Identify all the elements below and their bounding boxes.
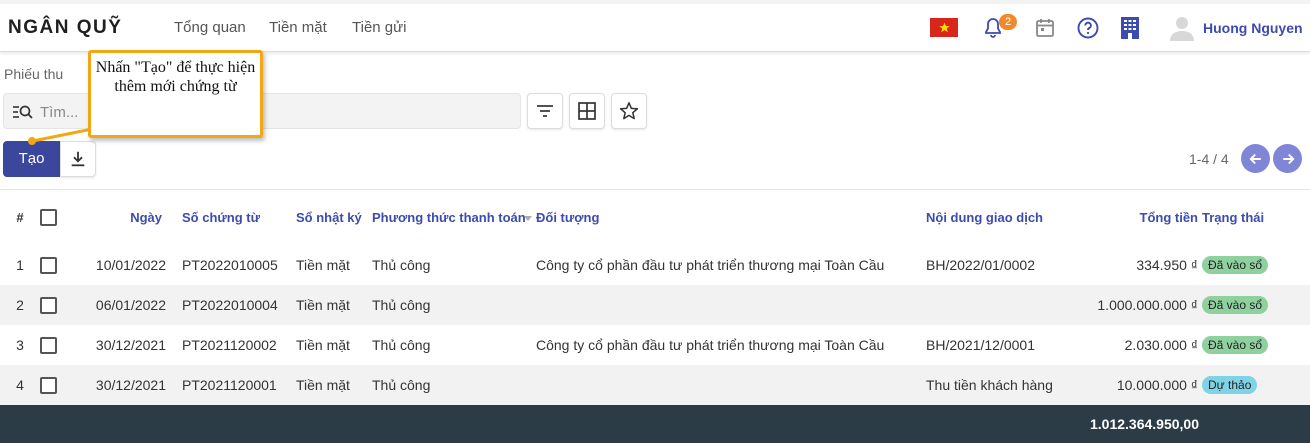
col-header-journal[interactable]: Sổ nhật ký [296,190,372,245]
row-date: 30/12/2021 [95,337,166,353]
filter-button[interactable] [527,93,563,129]
records-table: # Ngày Số chứng từ Sổ nhật ký Phương thứ… [0,190,1310,405]
row-status-cell: Đã vào sổ [1202,325,1310,365]
top-navbar: NGÂN QUỸ Tổng quan Tiền mặt Tiền gửi 2 H… [0,0,1310,52]
row-partner: Công ty cổ phần đầu tư phát triển thương… [536,337,885,353]
status-badge: Dự thảo [1202,376,1258,394]
row-method: Thủ công [372,257,431,273]
col-header-index: # [16,210,24,225]
help-icon[interactable] [1076,16,1100,40]
table-row[interactable]: 4 30/12/2021 PT2021120001 Tiền mặt Thủ công T… [0,365,1310,405]
select-all-cell [40,190,90,245]
user-name[interactable]: Huong Nguyen [1203,20,1303,36]
select-all-checkbox[interactable] [40,209,57,227]
row-code: PT2021120002 [182,337,277,353]
notification-badge: 2 [999,14,1017,30]
help-callout: Nhấn "Tạo" để thực hiện thêm mới chứng t… [88,50,263,138]
row-checkbox[interactable] [40,336,57,354]
vietnam-flag-icon[interactable] [930,18,958,37]
row-journal: Tiền mặt [296,337,350,353]
arrow-right-icon [1282,153,1295,164]
table-row[interactable]: 2 06/01/2022 PT2022010004 Tiền mặt Thủ công 1… [0,285,1310,325]
user-avatar[interactable] [1170,15,1194,41]
col-header-partner[interactable]: Đối tượng [524,190,914,245]
row-method: Thủ công [372,365,536,405]
row-code: PT2022010004 [182,285,296,325]
col-header-code[interactable]: Số chứng từ [182,190,296,245]
status-badge: Đã vào sổ [1202,296,1269,314]
row-select-cell [40,245,90,285]
row-memo: BH/2021/12/0001 [926,337,1035,353]
row-journal: Tiền mặt [296,285,372,325]
sort-caret-icon [524,216,532,222]
row-total: 334.950 ₫ [1136,257,1198,273]
create-button[interactable]: Tạo [3,141,60,177]
nav-tien-mat[interactable]: Tiền mặt [269,19,327,36]
row-date: 30/12/2021 [90,365,182,405]
table-header-row: # Ngày Số chứng từ Sổ nhật ký Phương thứ… [0,190,1310,245]
row-method: Thủ công [372,337,431,353]
download-icon [71,151,85,167]
row-journal: Tiền mặt [296,365,372,405]
grid-icon [578,102,596,120]
col-header-date[interactable]: Ngày [90,190,182,245]
row-total: 1.000.000.000 ₫ [1096,285,1202,325]
row-partner [536,365,926,405]
col-header-partner-label: Đối tượng [536,210,600,225]
favorites-button[interactable] [611,93,647,129]
group-by-button[interactable] [569,93,605,129]
row-status-cell: Dự thảo [1202,365,1310,405]
filter-icon [537,105,553,117]
col-header-method[interactable]: Phương thức thanh toán [372,190,536,245]
col-header-total[interactable]: Tổng tiền [1096,190,1202,245]
row-partner [536,285,926,325]
row-total: 10.000.000 ₫ [1096,365,1202,405]
app-title[interactable]: NGÂN QUỸ [8,17,122,39]
status-badge: Đã vào sổ [1202,256,1269,274]
row-index: 2 [0,285,40,325]
star-icon [619,102,639,120]
row-select-cell [40,325,90,365]
row-checkbox[interactable] [40,296,57,314]
nav-tien-gui[interactable]: Tiền gửi [352,19,407,36]
list-view: # Ngày Số chứng từ Sổ nhật ký Phương thứ… [0,189,1310,443]
row-checkbox[interactable] [40,376,57,394]
row-index: 1 [16,257,24,273]
search-icon [13,105,33,119]
status-badge: Đã vào sổ [1202,336,1269,354]
export-button[interactable] [60,141,96,177]
footer-total: 1.012.364.950,00 [1090,416,1199,432]
row-checkbox[interactable] [40,256,57,274]
arrow-left-icon [1248,153,1261,164]
col-header-status[interactable]: Trạng thái [1202,190,1310,245]
row-select-cell [40,285,90,325]
table-footer-row: 1.012.364.950,00 [0,405,1310,443]
company-building-icon[interactable] [1118,16,1142,40]
row-memo: BH/2022/01/0002 [926,257,1035,273]
row-journal: Tiền mặt [296,257,350,273]
table-row[interactable]: 3 30/12/2021 PT2021120002 Tiền mặt Thủ công C… [0,325,1310,365]
row-date: 06/01/2022 [90,285,182,325]
pager-previous-button[interactable] [1241,144,1270,173]
row-total: 2.030.000 ₫ [1124,337,1198,353]
row-status-cell: Đã vào sổ [1202,245,1310,285]
breadcrumb: Phiếu thu [4,66,64,82]
nav-tong-quan[interactable]: Tổng quan [174,19,246,36]
row-select-cell [40,365,90,405]
pager-value[interactable]: 1-4 / 4 [1189,151,1229,167]
col-header-memo[interactable]: Nội dung giao dịch [926,190,1096,245]
row-method: Thủ công [372,285,536,325]
row-memo [926,285,1096,325]
table-row[interactable]: 1 10/01/2022 PT2022010005 Tiền mặt Thủ công C… [0,245,1310,285]
calendar-icon[interactable] [1033,16,1057,40]
row-index: 3 [16,337,24,353]
row-status-cell: Đã vào sổ [1202,285,1310,325]
row-date: 10/01/2022 [95,257,166,273]
row-code: PT2022010005 [182,257,278,273]
pager-next-button[interactable] [1273,144,1302,173]
row-partner: Công ty cổ phần đầu tư phát triển thương… [536,257,885,273]
row-code: PT2021120001 [182,365,296,405]
row-index: 4 [0,365,40,405]
row-memo: Thu tiền khách hàng [926,365,1096,405]
